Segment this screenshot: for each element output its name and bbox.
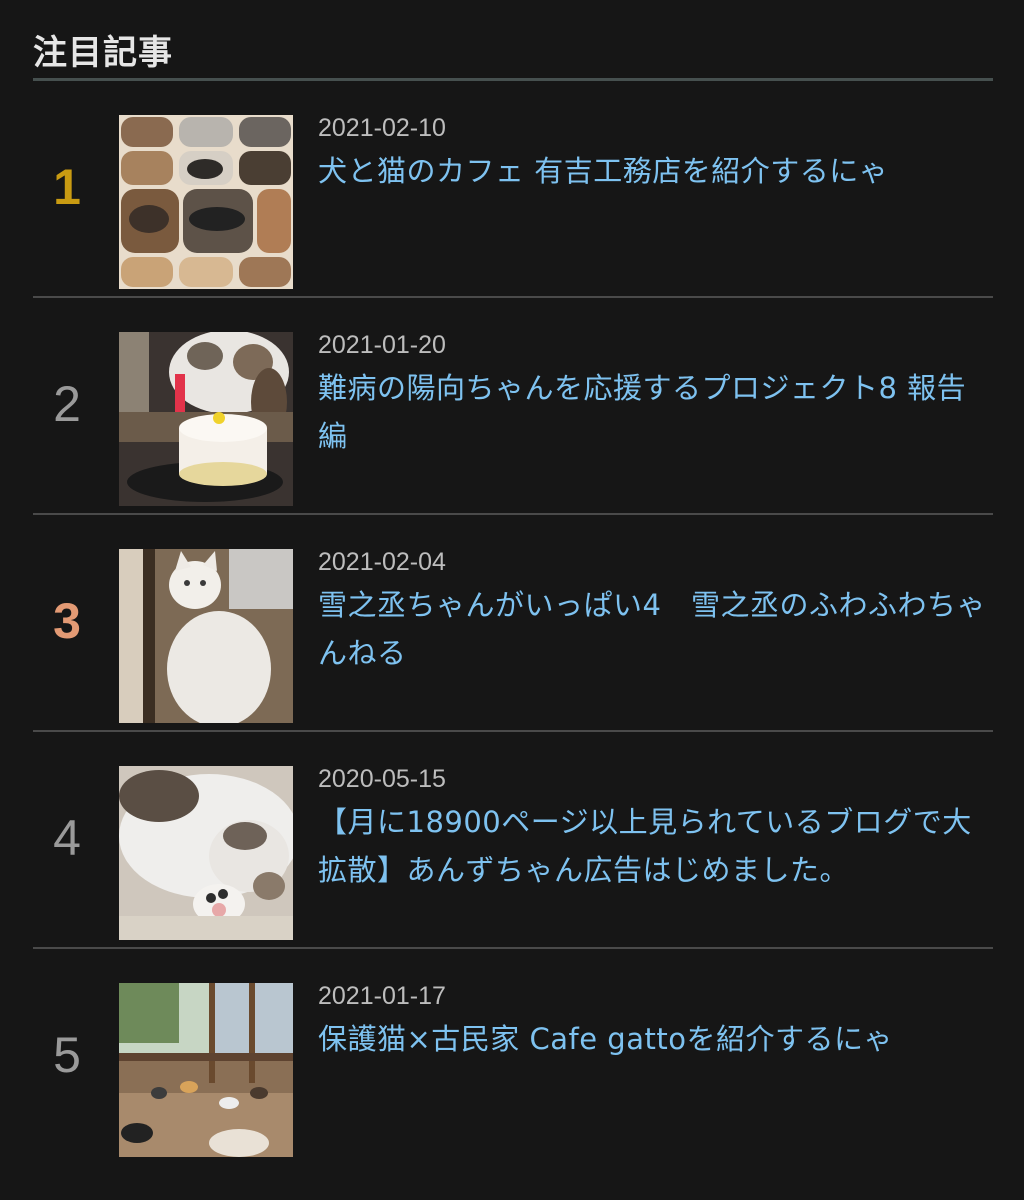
article-date: 2021-01-20 bbox=[318, 331, 446, 359]
article-title-link[interactable]: 難病の陽向ちゃんを応援するプロジェクト8 報告編 bbox=[318, 364, 993, 460]
article-meta: 2021-01-17 保護猫×古民家 Cafe gattoを紹介するにゃ bbox=[318, 979, 993, 1063]
article-list: 1 2021-02-10 犬と猫のカフェ 有吉工務店を紹介するにゃ 2 2021… bbox=[33, 81, 993, 1164]
white-cat-image bbox=[119, 549, 293, 723]
article-meta: 2021-02-10 犬と猫のカフェ 有吉工務店を紹介するにゃ bbox=[318, 111, 993, 195]
article-date: 2021-01-17 bbox=[318, 982, 446, 1010]
cat-collage-image bbox=[119, 115, 293, 289]
rank-number: 5 bbox=[53, 1027, 81, 1083]
article-meta: 2021-01-20 難病の陽向ちゃんを応援するプロジェクト8 報告編 bbox=[318, 328, 993, 460]
article-date: 2021-02-10 bbox=[318, 114, 446, 142]
rank-number: 3 bbox=[53, 593, 81, 649]
article-thumbnail[interactable] bbox=[119, 766, 293, 940]
rank-number: 1 bbox=[53, 159, 81, 215]
article-thumbnail[interactable] bbox=[119, 549, 293, 723]
article-title-link[interactable]: 【月に18900ページ以上見られているブログで大拡散】あんずちゃん広告はじめまし… bbox=[318, 798, 993, 894]
list-item: 1 2021-02-10 犬と猫のカフェ 有吉工務店を紹介するにゃ bbox=[33, 81, 993, 298]
article-date: 2020-05-15 bbox=[318, 765, 446, 793]
article-thumbnail[interactable] bbox=[119, 332, 293, 506]
list-item: 3 2021-02-04 雪之丞ちゃんがいっぱい4 雪之丞のふわふわちゃんねる bbox=[33, 515, 993, 732]
cat-cake-image bbox=[119, 332, 293, 506]
rank-number: 4 bbox=[53, 810, 81, 866]
article-thumbnail[interactable] bbox=[119, 115, 293, 289]
list-item: 4 2020-05-15 【月に18900ページ以上見られているブログで大拡散】… bbox=[33, 732, 993, 949]
widget-heading: 注目記事 bbox=[33, 28, 993, 81]
article-title-link[interactable]: 犬と猫のカフェ 有吉工務店を紹介するにゃ bbox=[318, 147, 993, 195]
article-date: 2021-02-04 bbox=[318, 548, 446, 576]
lying-cat-image bbox=[119, 766, 293, 940]
article-meta: 2021-02-04 雪之丞ちゃんがいっぱい4 雪之丞のふわふわちゃんねる bbox=[318, 545, 993, 677]
rank-number: 2 bbox=[53, 376, 81, 432]
list-item: 2 2021-01-20 難病の陽向ちゃんを応援するプロジェクト8 報告編 bbox=[33, 298, 993, 515]
featured-articles-widget: 注目記事 1 2021-02-10 犬と猫のカフェ 有吉工務店を紹介するにゃ 2… bbox=[33, 28, 993, 1164]
cafe-room-image bbox=[119, 983, 293, 1157]
article-title-link[interactable]: 保護猫×古民家 Cafe gattoを紹介するにゃ bbox=[318, 1015, 993, 1063]
article-meta: 2020-05-15 【月に18900ページ以上見られているブログで大拡散】あん… bbox=[318, 762, 993, 894]
list-item: 5 2021-01-17 保護猫×古民家 Cafe gattoを紹介するにゃ bbox=[33, 949, 993, 1164]
article-thumbnail[interactable] bbox=[119, 983, 293, 1157]
article-title-link[interactable]: 雪之丞ちゃんがいっぱい4 雪之丞のふわふわちゃんねる bbox=[318, 581, 993, 677]
